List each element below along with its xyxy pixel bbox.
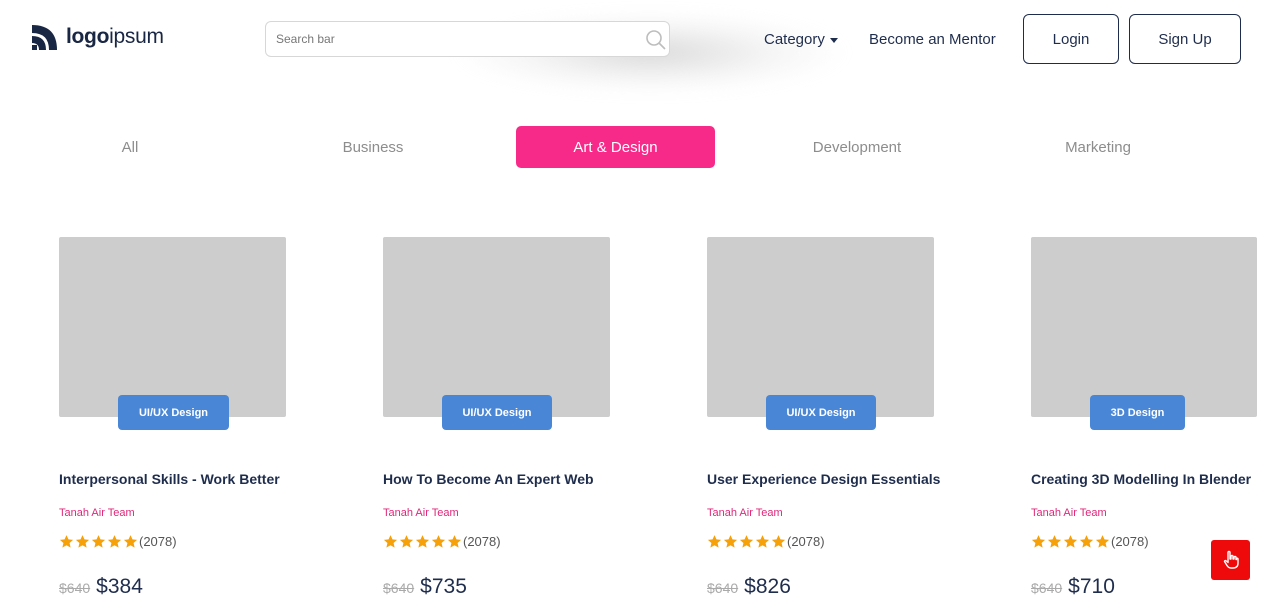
tab-all[interactable]: All xyxy=(30,126,230,168)
star-icon xyxy=(447,535,462,548)
course-author: Tanah Air Team xyxy=(707,507,783,519)
course-rating: (2078) xyxy=(1031,534,1149,549)
current-price: $384 xyxy=(96,575,143,598)
logo-text: logoipsum xyxy=(66,25,164,48)
search-box[interactable] xyxy=(265,21,670,57)
site-header: logoipsum Category Become an Mentor Logi… xyxy=(0,0,1280,95)
course-thumbnail[interactable] xyxy=(59,237,286,417)
course-rating: (2078) xyxy=(383,534,501,549)
course-title[interactable]: Creating 3D Modelling In Blender xyxy=(1031,471,1271,487)
star-icon xyxy=(123,535,138,548)
nav-become-mentor[interactable]: Become an Mentor xyxy=(869,31,996,48)
course-tag: UI/UX Design xyxy=(766,395,876,430)
old-price: $640 xyxy=(1031,580,1063,596)
star-icon xyxy=(1063,535,1078,548)
star-icon xyxy=(107,535,122,548)
course-author: Tanah Air Team xyxy=(59,507,135,519)
tab-art-design[interactable]: Art & Design xyxy=(516,126,715,168)
signup-button[interactable]: Sign Up xyxy=(1129,14,1241,64)
current-price: $710 xyxy=(1068,575,1115,598)
course-tag: 3D Design xyxy=(1090,395,1185,430)
logo-mark-icon xyxy=(32,25,57,50)
course-title[interactable]: User Experience Design Essentials xyxy=(707,471,947,487)
logo[interactable]: logoipsum xyxy=(30,22,164,52)
course-price: $640 $384 xyxy=(59,575,143,599)
review-count: (2078) xyxy=(463,534,501,549)
course-thumbnail[interactable] xyxy=(383,237,610,417)
review-count: (2078) xyxy=(787,534,825,549)
tab-marketing[interactable]: Marketing xyxy=(998,126,1198,168)
search-icon[interactable] xyxy=(645,29,667,51)
login-button[interactable]: Login xyxy=(1023,14,1119,64)
course-thumbnail[interactable] xyxy=(1031,237,1257,417)
chevron-down-icon xyxy=(829,38,838,43)
review-count: (2078) xyxy=(1111,534,1149,549)
hand-pointer-icon xyxy=(1223,550,1239,569)
rating-stars xyxy=(383,534,462,549)
star-icon xyxy=(91,535,106,548)
category-tabs: All Business Art & Design Development Ma… xyxy=(0,126,1280,168)
old-price: $640 xyxy=(383,580,415,596)
star-icon xyxy=(75,535,90,548)
star-icon xyxy=(771,535,786,548)
course-price: $640 $826 xyxy=(707,575,791,599)
star-icon xyxy=(431,535,446,548)
course-price: $640 $710 xyxy=(1031,575,1115,599)
course-rating: (2078) xyxy=(707,534,825,549)
help-widget-button[interactable] xyxy=(1211,540,1250,580)
course-tag: UI/UX Design xyxy=(118,395,229,430)
old-price: $640 xyxy=(707,580,739,596)
course-title[interactable]: How To Become An Expert Web xyxy=(383,471,623,487)
star-icon xyxy=(723,535,738,548)
course-price: $640 $735 xyxy=(383,575,467,599)
star-icon xyxy=(1047,535,1062,548)
nav-category[interactable]: Category xyxy=(764,31,838,48)
star-icon xyxy=(59,535,74,548)
course-author: Tanah Air Team xyxy=(383,507,459,519)
course-thumbnail[interactable] xyxy=(707,237,934,417)
course-tag: UI/UX Design xyxy=(442,395,552,430)
tab-development[interactable]: Development xyxy=(757,126,957,168)
review-count: (2078) xyxy=(139,534,177,549)
star-icon xyxy=(1079,535,1094,548)
star-icon xyxy=(1095,535,1110,548)
course-author: Tanah Air Team xyxy=(1031,507,1107,519)
tab-business[interactable]: Business xyxy=(273,126,473,168)
star-icon xyxy=(707,535,722,548)
star-icon xyxy=(415,535,430,548)
rating-stars xyxy=(707,534,786,549)
course-title[interactable]: Interpersonal Skills - Work Better xyxy=(59,471,299,487)
star-icon xyxy=(755,535,770,548)
rating-stars xyxy=(1031,534,1110,549)
rating-stars xyxy=(59,534,138,549)
star-icon xyxy=(739,535,754,548)
current-price: $735 xyxy=(420,575,467,598)
current-price: $826 xyxy=(744,575,791,598)
nav-category-label: Category xyxy=(764,31,825,48)
star-icon xyxy=(399,535,414,548)
search-input[interactable] xyxy=(276,22,636,56)
star-icon xyxy=(1031,535,1046,548)
course-rating: (2078) xyxy=(59,534,177,549)
star-icon xyxy=(383,535,398,548)
old-price: $640 xyxy=(59,580,91,596)
